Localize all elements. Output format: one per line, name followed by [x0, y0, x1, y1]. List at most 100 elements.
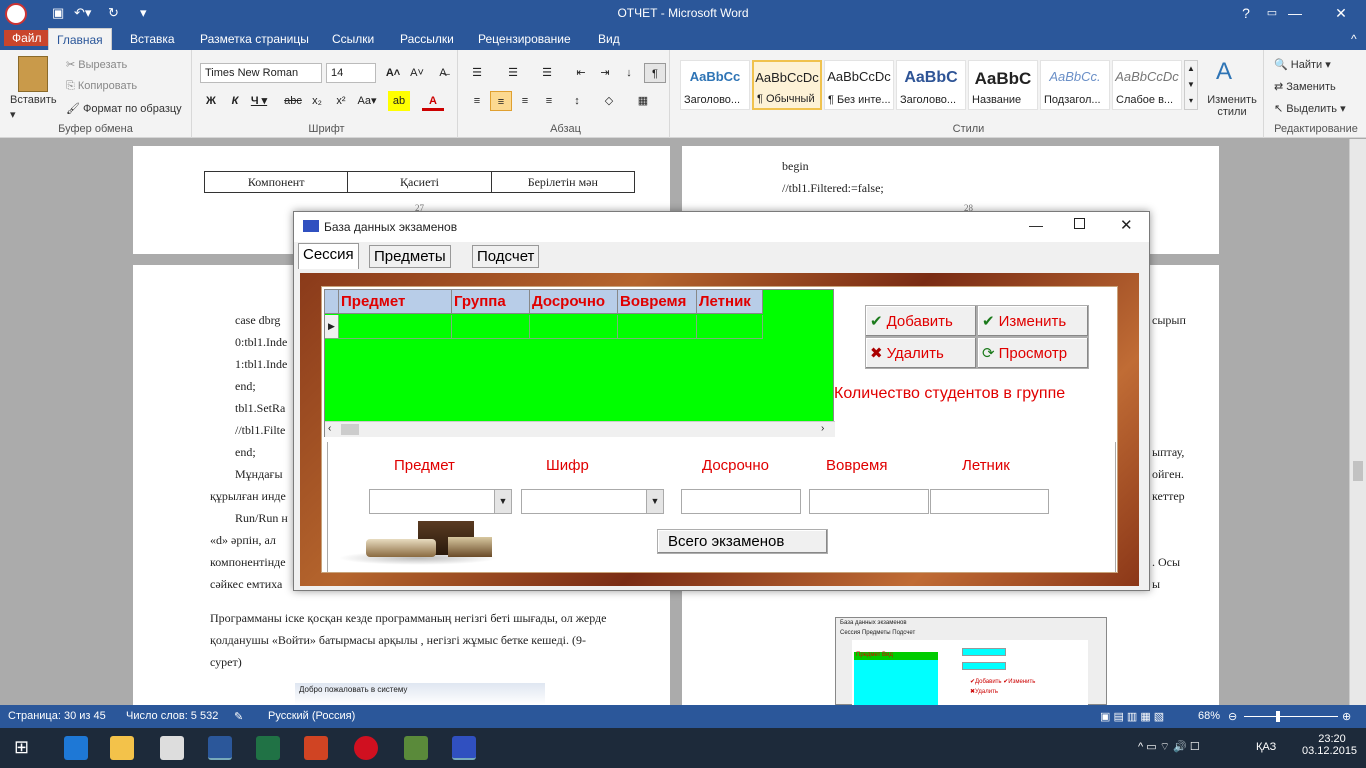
align-right-button[interactable]: ≡ — [514, 91, 536, 111]
font-name-combo[interactable]: Times New Roman — [200, 63, 322, 83]
tab-session[interactable]: Сессия — [298, 243, 359, 269]
file-explorer-icon[interactable] — [110, 736, 134, 760]
chevron-down-icon[interactable]: ▼ — [646, 490, 663, 513]
strikethrough-button[interactable]: abc — [282, 91, 304, 111]
session-grid[interactable]: Предмет Группа Досрочно Вовремя Летник ▶… — [324, 289, 835, 437]
align-center-button[interactable]: ≡ — [490, 91, 512, 111]
zoom-out-button[interactable]: ⊖ — [1228, 710, 1237, 723]
borders-button[interactable]: ▦ — [632, 91, 654, 111]
view-buttons[interactable]: ▣ ▤ ▥ ▦ ▧ — [1100, 710, 1164, 723]
document-scrollbar[interactable] — [1349, 139, 1366, 705]
powerpoint-icon[interactable] — [304, 736, 328, 760]
opera-icon[interactable] — [354, 736, 378, 760]
underline-button[interactable]: Ч ▾ — [248, 91, 270, 111]
total-exams-button[interactable]: Всего экзаменов — [657, 529, 828, 554]
select-button[interactable]: ↖ Выделить ▾ — [1274, 102, 1346, 115]
word-icon[interactable] — [208, 736, 232, 760]
proofing-icon[interactable]: ✎ — [234, 710, 243, 723]
change-case-button[interactable]: Aa▾ — [356, 91, 378, 111]
paste-button[interactable]: Вставить — [10, 94, 57, 106]
tray-icons[interactable]: ^ ▭ ⌔ 🔊 ☐ — [1138, 740, 1200, 754]
style-subtitle[interactable]: AaBbCc. Подзагол... — [1040, 60, 1110, 110]
cut-button[interactable]: ✂ Вырезать — [66, 58, 127, 71]
replace-button[interactable]: ⇄ Заменить — [1274, 80, 1336, 93]
bullets-button[interactable]: ☰ — [466, 63, 488, 83]
find-button[interactable]: 🔍 Найти ▾ — [1274, 58, 1331, 71]
sort-button[interactable]: ↓ — [618, 63, 640, 83]
close-button[interactable]: ✕ — [1318, 0, 1364, 28]
subscript-button[interactable]: x₂ — [306, 91, 328, 111]
add-button[interactable]: ✔ Добавить — [865, 305, 977, 337]
grow-font-button[interactable]: A˄ — [382, 63, 404, 83]
shrink-font-button[interactable]: A˅ — [406, 63, 428, 83]
font-size-combo[interactable]: 14 — [326, 63, 376, 83]
delete-button[interactable]: ✖ Удалить — [865, 337, 977, 369]
format-painter-button[interactable]: 🖌 Формат по образцу — [66, 102, 182, 115]
ontime-input[interactable] — [809, 489, 929, 514]
edit-button[interactable]: ✔ Изменить — [977, 305, 1089, 337]
style-heading2[interactable]: AaBbC Заголово... — [896, 60, 966, 110]
clock[interactable]: 23:20 03.12.2015 — [1302, 733, 1357, 757]
tab-home[interactable]: Главная — [48, 28, 112, 50]
style-heading1[interactable]: AaBbCc Заголово... — [680, 60, 750, 110]
copy-button[interactable]: ⎘ Копировать — [66, 80, 137, 93]
table-row[interactable] — [339, 315, 452, 339]
line-spacing-button[interactable]: ↕ — [566, 91, 588, 111]
tab-insert[interactable]: Вставка — [122, 31, 183, 47]
zoom-slider[interactable] — [1244, 716, 1338, 717]
keyboard-language[interactable]: ҚАЗ — [1256, 741, 1276, 753]
tab-review[interactable]: Рецензирование — [470, 31, 579, 47]
col-summer[interactable]: Летник — [697, 290, 763, 314]
dialog-close-button[interactable]: ✕ — [1120, 216, 1133, 234]
tab-view[interactable]: Вид — [590, 31, 628, 47]
windows-start-icon[interactable]: ⊞ — [14, 737, 29, 758]
col-early[interactable]: Досрочно — [530, 290, 618, 314]
superscript-button[interactable]: x² — [330, 91, 352, 111]
zoom-in-button[interactable]: ⊕ — [1342, 710, 1351, 723]
justify-button[interactable]: ≡ — [538, 91, 560, 111]
tab-references[interactable]: Ссылки — [324, 31, 382, 47]
zoom-slider-thumb[interactable] — [1276, 711, 1280, 722]
italic-button[interactable]: К — [224, 91, 246, 111]
tab-subjects[interactable]: Предметы — [369, 245, 451, 268]
scroll-thumb[interactable] — [1353, 461, 1363, 481]
col-subject[interactable]: Предмет — [339, 290, 452, 314]
shading-button[interactable]: ◇ — [598, 91, 620, 111]
excel-icon[interactable] — [256, 736, 280, 760]
style-no-spacing[interactable]: AaBbCcDc ¶ Без инте... — [824, 60, 894, 110]
tab-file[interactable]: Файл — [4, 30, 50, 46]
exam-db-app-icon[interactable] — [452, 736, 476, 760]
ribbon-help-icon[interactable]: ^ — [1343, 31, 1365, 47]
page-counter[interactable]: Страница: 30 из 45 — [8, 710, 106, 722]
style-subtle-emphasis[interactable]: AaBbCcDc Слабое в... — [1112, 60, 1182, 110]
highlight-button[interactable]: ab — [388, 91, 410, 111]
tab-mailings[interactable]: Рассылки — [392, 31, 462, 47]
numbering-button[interactable]: ☰ — [502, 63, 524, 83]
dialog-minimize-button[interactable]: — — [1029, 217, 1043, 233]
change-styles-button[interactable]: Изменить стили — [1204, 94, 1260, 118]
chevron-down-icon[interactable]: ▼ — [494, 490, 511, 513]
col-group[interactable]: Группа — [452, 290, 530, 314]
font-color-button[interactable]: A — [422, 91, 444, 111]
increase-indent-button[interactable]: ⇥ — [594, 63, 616, 83]
early-input[interactable] — [681, 489, 801, 514]
summer-input[interactable] — [930, 489, 1049, 514]
decrease-indent-button[interactable]: ⇤ — [570, 63, 592, 83]
multilevel-list-button[interactable]: ☰ — [536, 63, 558, 83]
bold-button[interactable]: Ж — [200, 91, 222, 111]
edge-icon[interactable] — [64, 736, 88, 760]
tab-page-layout[interactable]: Разметка страницы — [192, 31, 317, 47]
align-left-button[interactable]: ≡ — [466, 91, 488, 111]
code-select[interactable]: ▼ — [521, 489, 664, 514]
store-icon[interactable] — [160, 736, 184, 760]
subject-select[interactable]: ▼ — [369, 489, 512, 514]
cpp-builder-icon[interactable] — [404, 736, 428, 760]
zoom-level[interactable]: 68% — [1198, 710, 1220, 722]
style-normal[interactable]: AaBbCcDc ¶ Обычный — [752, 60, 822, 110]
grid-hscrollbar[interactable]: ‹ › — [325, 421, 835, 437]
language-indicator[interactable]: Русский (Россия) — [268, 710, 355, 722]
view-button[interactable]: ⟳ Просмотр — [977, 337, 1089, 369]
col-ontime[interactable]: Вовремя — [618, 290, 697, 314]
style-title[interactable]: AaBbC Название — [968, 60, 1038, 110]
clear-format-button[interactable]: A̶ — [432, 63, 454, 83]
